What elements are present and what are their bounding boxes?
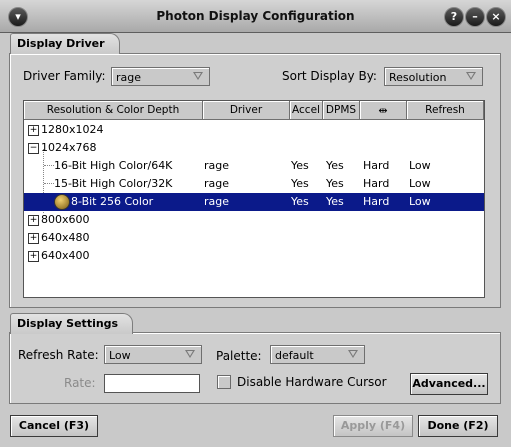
expand-icon[interactable]: + [28, 125, 39, 136]
column-header-dpms[interactable]: DPMS [323, 101, 360, 120]
tree-item-label: 640x480 [41, 231, 90, 244]
done-button[interactable]: Done (F2) [418, 415, 498, 437]
chevron-down-icon [466, 72, 476, 80]
main-panel: Display Driver Driver Family: rage Sort … [0, 33, 511, 447]
tree-item-800x600[interactable]: + 800x600 [24, 211, 484, 229]
tree-item-640x480[interactable]: + 640x480 [24, 229, 484, 247]
tree-item-label: 1280x1024 [41, 123, 104, 136]
mode-dpms: Yes [326, 177, 344, 190]
rate-input[interactable] [104, 374, 200, 393]
close-button[interactable]: × [486, 7, 506, 27]
column-header-accel[interactable]: Accel [290, 101, 323, 120]
palette-select[interactable]: default [270, 345, 365, 364]
expand-icon[interactable]: + [28, 215, 39, 226]
tree-item-1280x1024[interactable]: + 1280x1024 [24, 121, 484, 139]
mode-dpms: Yes [326, 195, 344, 208]
title-bar: ▾ Photon Display Configuration ? – × [0, 0, 511, 33]
chevron-down-icon [193, 72, 203, 80]
advanced-button[interactable]: Advanced... [410, 373, 488, 395]
tab-display-driver[interactable]: Display Driver [10, 33, 120, 54]
mode-refresh: Low [409, 159, 431, 172]
disable-cursor-label: Disable Hardware Cursor [237, 375, 387, 389]
mode-label: 8-Bit 256 Color [71, 195, 154, 208]
monitor-icon [54, 194, 70, 210]
mode-refresh: Low [409, 177, 431, 190]
minimize-button[interactable]: – [465, 7, 485, 27]
mode-row-15bit[interactable]: 15-Bit High Color/32K rage Yes Yes Hard … [24, 175, 484, 193]
column-header-driver[interactable]: Driver [203, 101, 290, 120]
rate-label: Rate: [64, 376, 96, 390]
window: ▾ Photon Display Configuration ? – × Dis… [0, 0, 511, 447]
palette-label: Palette: [216, 349, 262, 363]
tree-item-label: 800x600 [41, 213, 90, 226]
mode-label: 16-Bit High Color/64K [54, 159, 173, 172]
sort-by-value: Resolution [389, 71, 447, 84]
cancel-button[interactable]: Cancel (F3) [10, 415, 98, 437]
help-button[interactable]: ? [444, 7, 464, 27]
tree-item-label: 1024x768 [41, 141, 97, 154]
mode-label: 15-Bit High Color/32K [54, 177, 173, 190]
expand-icon[interactable]: + [28, 251, 39, 262]
mode-driver: rage [204, 159, 230, 172]
column-header-resolution[interactable]: Resolution & Color Depth [24, 101, 203, 120]
mode-driver: rage [204, 195, 230, 208]
sort-by-label: Sort Display By: [282, 69, 377, 83]
disable-cursor-checkbox[interactable] [217, 375, 231, 389]
refresh-rate-label: Refresh Rate: [18, 348, 99, 362]
chevron-down-icon [185, 350, 195, 358]
mode-row-8bit-selected[interactable]: 8-Bit 256 Color rage Yes Yes Hard Low [24, 193, 484, 211]
mode-tree[interactable]: Resolution & Color Depth Driver Accel DP… [23, 100, 485, 298]
tree-item-label: 640x400 [41, 249, 90, 262]
expand-icon[interactable]: + [28, 233, 39, 244]
tree-item-640x400[interactable]: + 640x400 [24, 247, 484, 265]
apply-button[interactable]: Apply (F4) [333, 415, 413, 437]
column-header-refresh[interactable]: Refresh [407, 101, 484, 120]
sort-by-select[interactable]: Resolution [384, 67, 483, 86]
column-resize-icon: ⇹ [378, 104, 388, 117]
tab-display-settings[interactable]: Display Settings [10, 313, 134, 334]
mode-cursor: Hard [363, 195, 390, 208]
chevron-down-icon [348, 350, 358, 358]
window-title: Photon Display Configuration [156, 9, 355, 23]
mode-refresh: Low [409, 195, 431, 208]
mode-cursor: Hard [363, 177, 390, 190]
mode-accel: Yes [291, 177, 309, 190]
mode-dpms: Yes [326, 159, 344, 172]
mode-accel: Yes [291, 159, 309, 172]
mode-accel: Yes [291, 195, 309, 208]
mode-cursor: Hard [363, 159, 390, 172]
refresh-rate-value: Low [109, 349, 131, 362]
driver-family-select[interactable]: rage [111, 67, 210, 86]
column-header-cursor[interactable]: ⇹ [360, 101, 407, 120]
mode-row-16bit[interactable]: 16-Bit High Color/64K rage Yes Yes Hard … [24, 157, 484, 175]
tree-item-1024x768[interactable]: − 1024x768 [24, 139, 484, 157]
refresh-rate-select[interactable]: Low [104, 345, 202, 364]
driver-family-value: rage [116, 71, 142, 84]
palette-value: default [275, 349, 314, 362]
mode-driver: rage [204, 177, 230, 190]
driver-family-label: Driver Family: [23, 69, 106, 83]
collapse-icon[interactable]: − [28, 143, 39, 154]
